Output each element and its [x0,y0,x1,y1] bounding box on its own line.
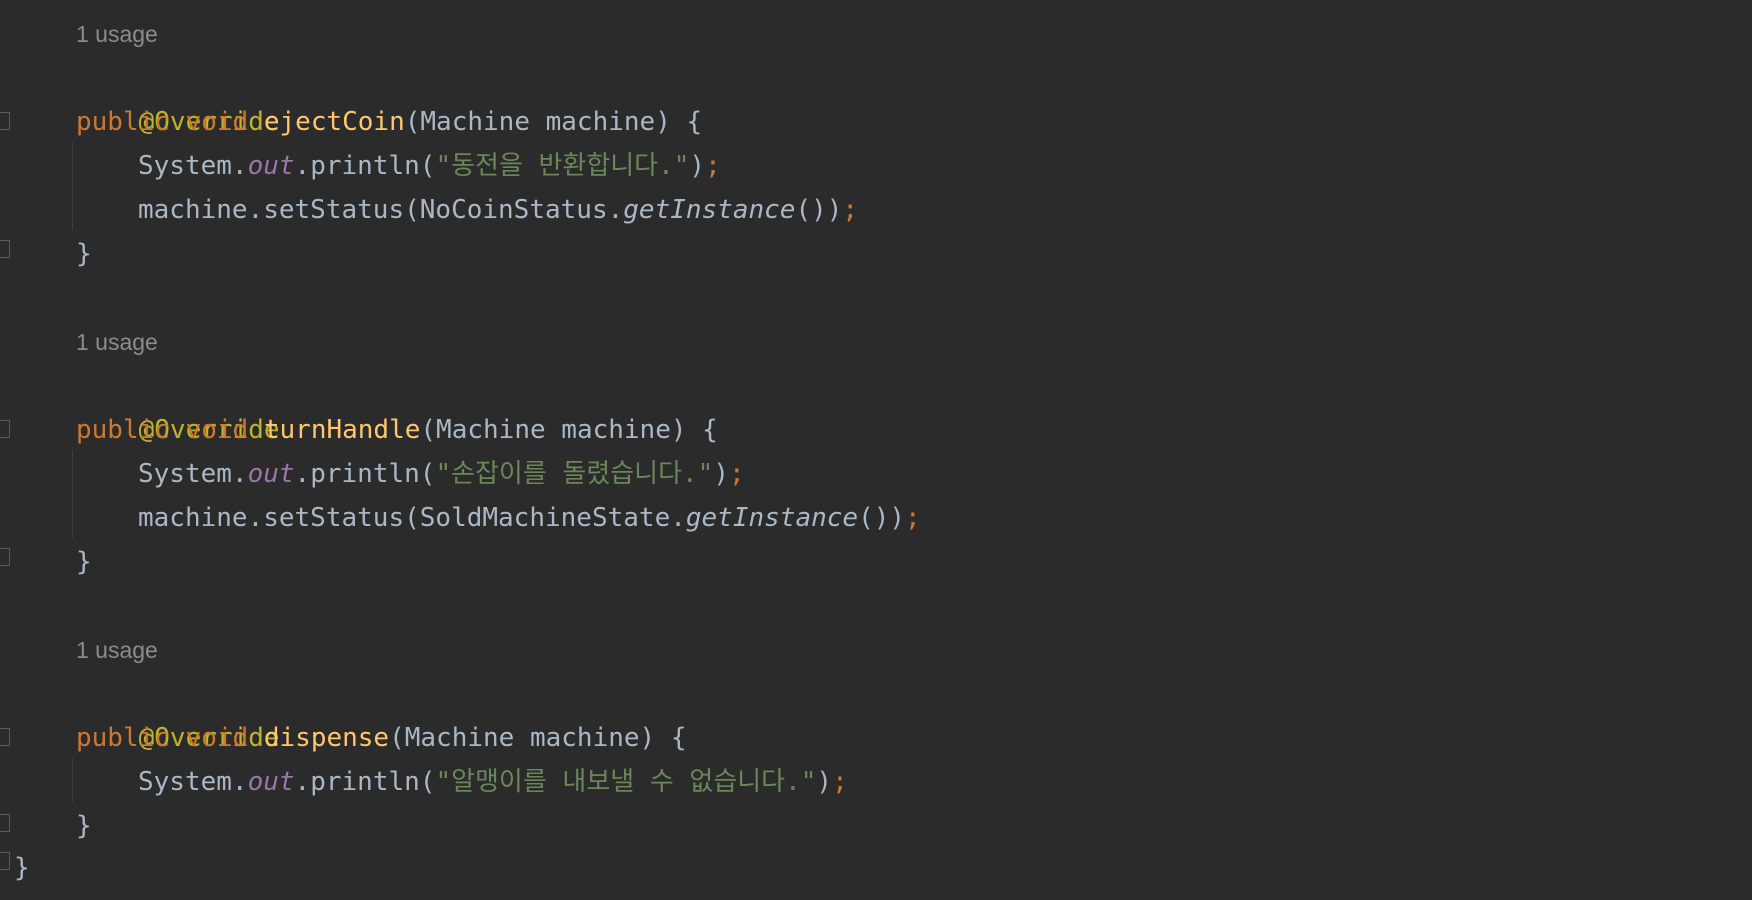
closing-brace: } [76,811,92,841]
method-name[interactable]: dispense [264,723,389,753]
keyword-public: public [76,415,170,445]
keyword-public: public [76,107,170,137]
paren-close: ) [689,151,706,181]
code-line-method-signature: public void dispense(Machine machine) { [76,716,687,760]
usage-hint[interactable]: 1 usage [76,320,158,364]
indent-guide [72,142,73,230]
closing-brace: } [76,547,92,577]
indent-guide [72,450,73,538]
parameter-list: (Machine machine) { [420,415,718,445]
usage-hint[interactable]: 1 usage [76,628,158,672]
code-line-set-status: machine.setStatus(NoCoinStatus.getInstan… [138,188,858,232]
state-class: NoCoinStatus. [419,195,624,225]
code-line-annotation: @Override [76,56,280,137]
class-closing-brace: } [14,853,30,883]
method-name[interactable]: turnHandle [264,415,421,445]
call-close: ()) [795,195,843,225]
set-status-call: machine.setStatus( [138,503,420,533]
out-field: out [247,767,295,797]
out-field: out [247,151,295,181]
fold-marker-icon[interactable] [0,112,10,130]
state-class: SoldMachineState. [419,503,686,533]
method-name[interactable]: ejectCoin [264,107,405,137]
closing-brace: } [76,239,92,269]
set-status-call: machine.setStatus( [138,195,420,225]
println-call: .println( [294,151,436,181]
keyword-void: void [185,723,249,753]
semicolon: ; [832,767,848,797]
fold-marker-icon[interactable] [0,420,10,438]
code-line-brace: } [76,232,92,276]
paren-close: ) [816,767,833,797]
code-line-method-signature: public void ejectCoin(Machine machine) { [76,100,702,144]
fold-marker-icon[interactable] [0,728,10,746]
semicolon: ; [905,503,921,533]
string-literal: "동전을 반환합니다." [435,151,690,181]
system-class: System. [138,151,248,181]
code-line-println: System.out.println("동전을 반환합니다."); [138,144,721,188]
code-line-annotation: @Override [76,364,280,445]
indent-guide [72,758,73,802]
code-line-brace: } [76,804,92,848]
fold-marker-icon[interactable] [0,240,10,258]
system-class: System. [138,767,248,797]
get-instance-call: getInstance [623,195,796,225]
out-field: out [247,459,295,489]
code-line-method-signature: public void turnHandle(Machine machine) … [76,408,718,452]
code-line-annotation: @Override [76,672,280,753]
system-class: System. [138,459,248,489]
parameter-list: (Machine machine) { [404,107,703,137]
code-line-brace: } [76,540,92,584]
get-instance-call: getInstance [685,503,859,533]
string-literal: "손잡이를 돌렸습니다." [435,459,714,489]
paren-close: ) [713,459,729,489]
println-call: .println( [294,767,436,797]
code-line-println: System.out.println("알맹이를 내보낼 수 없습니다."); [138,760,848,804]
string-literal: "알맹이를 내보낼 수 없습니다." [435,767,817,797]
call-close: ()) [858,503,906,533]
usage-hint[interactable]: 1 usage [76,12,158,56]
fold-marker-icon[interactable] [0,548,10,566]
code-line-println: System.out.println("손잡이를 돌렸습니다."); [138,452,745,496]
code-line-set-status: machine.setStatus(SoldMachineState.getIn… [138,496,921,540]
semicolon: ; [842,195,859,225]
semicolon: ; [729,459,745,489]
fold-marker-icon[interactable] [0,814,10,832]
code-editor[interactable]: 1 usage @Override public void ejectCoin(… [0,0,1752,900]
semicolon: ; [705,151,721,181]
keyword-public: public [76,723,170,753]
println-call: .println( [294,459,436,489]
keyword-void: void [185,107,249,137]
parameter-list: (Machine machine) { [389,723,687,753]
fold-marker-icon[interactable] [0,852,10,870]
code-line-class-brace: } [14,846,30,890]
keyword-void: void [185,415,249,445]
